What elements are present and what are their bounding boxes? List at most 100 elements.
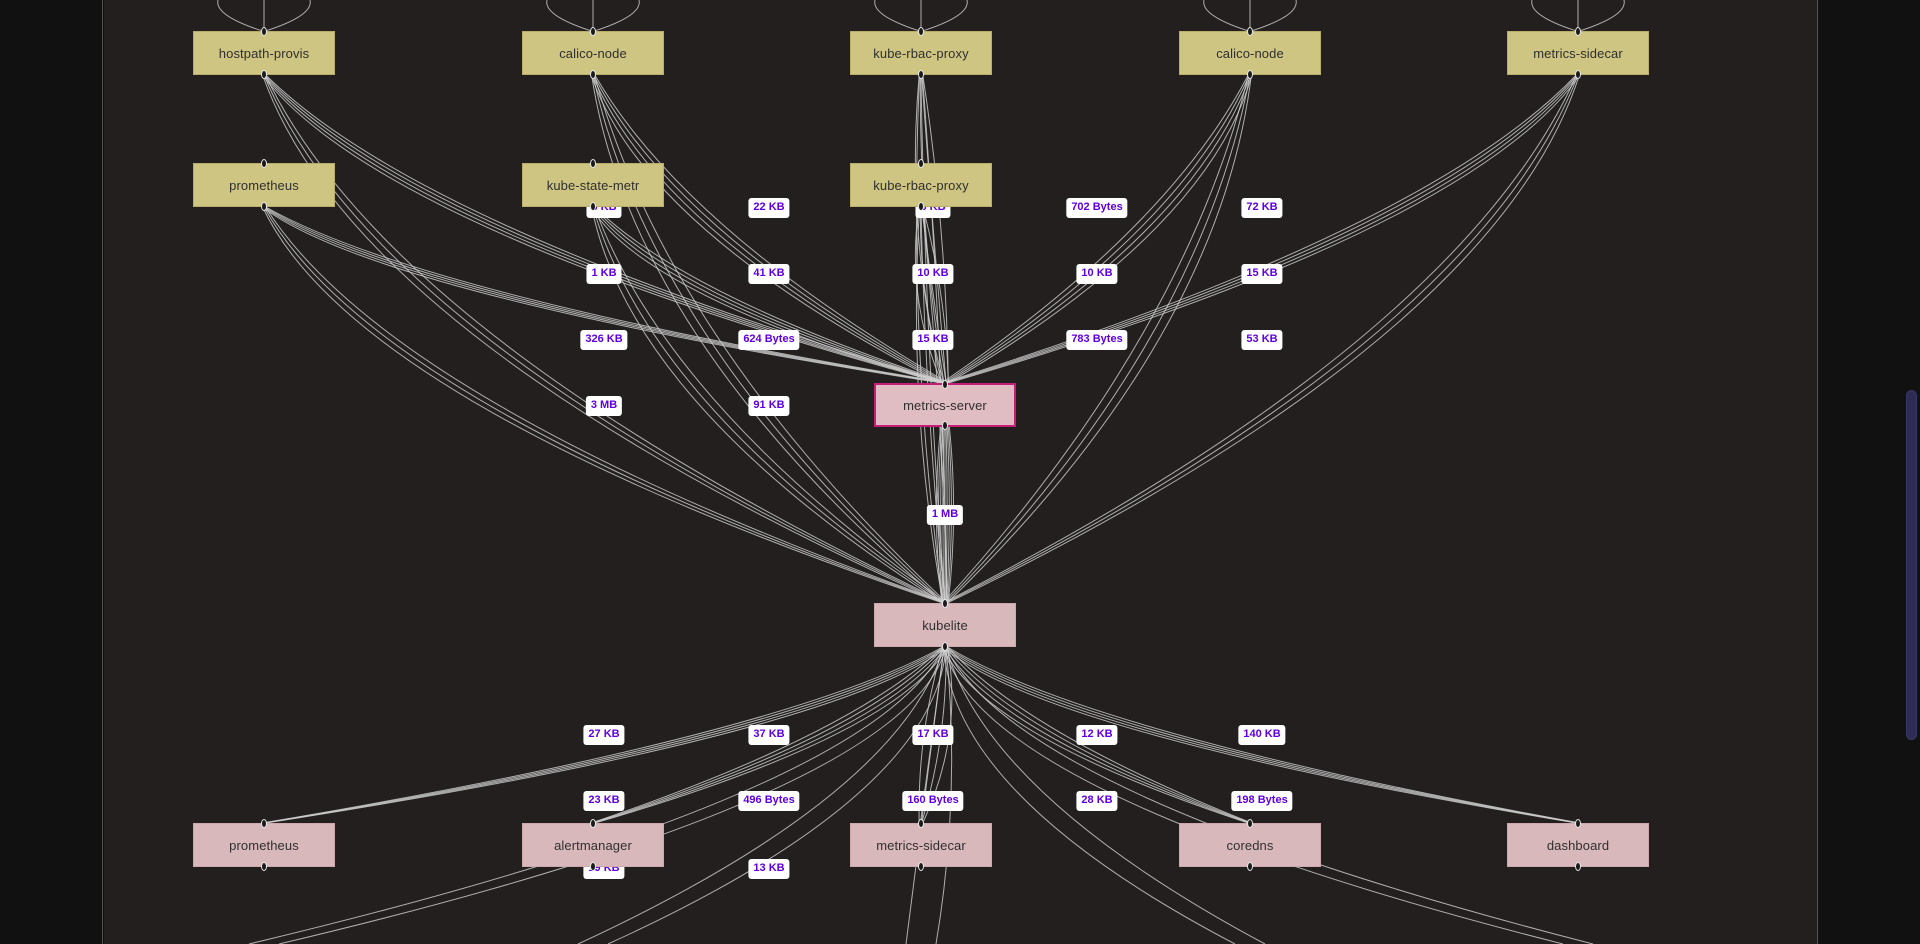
graph-edge[interactable] (1531, 0, 1577, 32)
edge-label: 28 KB (1076, 791, 1118, 811)
graph-node-metrics-sidecar[interactable]: metrics-sidecar (850, 819, 992, 871)
edge-label: 783 Bytes (1066, 330, 1128, 350)
edge-label: 22 KB (748, 198, 790, 218)
edge-label: 3 MB (585, 396, 623, 416)
graph-node-label: kube-state-metr (546, 177, 640, 193)
graph-node-label: prometheus (229, 837, 299, 853)
edge-label: 53 KB (1241, 330, 1283, 350)
graph-edge[interactable] (590, 206, 942, 384)
node-port-bottom-icon[interactable] (261, 862, 267, 871)
graph-node-alertmanager[interactable]: alertmanager (522, 819, 664, 871)
edge-label: 140 KB (1238, 725, 1286, 745)
node-port-bottom-icon[interactable] (1247, 70, 1253, 79)
edge-label: 160 Bytes (902, 791, 964, 811)
node-port-top-icon[interactable] (590, 159, 596, 168)
edge-label: 624 Bytes (738, 330, 800, 350)
node-port-bottom-icon[interactable] (1247, 862, 1253, 871)
graph-edge[interactable] (546, 0, 592, 32)
graph-node-label: dashboard (1546, 837, 1610, 853)
edge-label: 10 KB (1076, 264, 1118, 284)
node-port-bottom-icon[interactable] (918, 862, 924, 871)
graph-canvas[interactable]: hostpath-provis calico-node kube-rbac-prox… (104, 0, 1817, 944)
graph-node-prometheus[interactable]: prometheus (193, 159, 335, 211)
graph-node-label: metrics-sidecar (1533, 45, 1623, 61)
node-port-bottom-icon[interactable] (942, 421, 948, 430)
left-rail (0, 0, 103, 944)
graph-edge[interactable] (1251, 0, 1297, 32)
vertical-scrollbar[interactable] (1902, 0, 1918, 944)
node-port-top-icon[interactable] (1247, 819, 1253, 828)
node-port-top-icon[interactable] (1247, 27, 1253, 36)
graph-edge[interactable] (1579, 0, 1625, 32)
graph-edge[interactable] (874, 0, 920, 32)
edge-label: 37 KB (748, 725, 790, 745)
graph-node-metrics-server[interactable]: metrics-server (874, 380, 1016, 430)
graph-node-label: alertmanager (554, 837, 632, 853)
edge-label: 27 KB (583, 725, 625, 745)
graph-node-prometheus[interactable]: prometheus (193, 819, 335, 871)
graph-node-hostpath-provis[interactable]: hostpath-provis (193, 27, 335, 79)
edge-label: 1 KB (586, 264, 622, 284)
node-port-top-icon[interactable] (590, 819, 596, 828)
graph-node-label: metrics-sidecar (876, 837, 966, 853)
node-port-bottom-icon[interactable] (1575, 70, 1581, 79)
graph-node-label: kube-rbac-proxy (873, 177, 969, 193)
graph-node-label: hostpath-provis (218, 45, 310, 61)
graph-edge[interactable] (594, 0, 640, 32)
graph-edge[interactable] (265, 0, 311, 32)
node-port-bottom-icon[interactable] (590, 202, 596, 211)
node-port-bottom-icon[interactable] (261, 202, 267, 211)
node-port-top-icon[interactable] (942, 599, 948, 608)
edge-label: 41 KB (748, 264, 790, 284)
node-port-bottom-icon[interactable] (918, 202, 924, 211)
edge-label: 91 KB (748, 396, 790, 416)
graph-node-metrics-sidecar[interactable]: metrics-sidecar (1507, 27, 1649, 79)
node-port-top-icon[interactable] (261, 819, 267, 828)
node-port-top-icon[interactable] (942, 380, 948, 389)
node-port-top-icon[interactable] (918, 159, 924, 168)
node-port-top-icon[interactable] (918, 27, 924, 36)
graph-edge[interactable] (1203, 0, 1249, 32)
node-port-bottom-icon[interactable] (590, 70, 596, 79)
graph-node-label: calico-node (559, 45, 627, 61)
graph-node-kubelite[interactable]: kubelite (874, 599, 1016, 651)
graph-edge[interactable] (591, 206, 945, 384)
graph-node-kube-state-metr[interactable]: kube-state-metr (522, 159, 664, 211)
graph-node-calico-node[interactable]: calico-node (1179, 27, 1321, 79)
node-port-top-icon[interactable] (261, 27, 267, 36)
graph-node-dashboard[interactable]: dashboard (1507, 819, 1649, 871)
graph-node-label: calico-node (1216, 45, 1284, 61)
edge-label: 496 Bytes (738, 791, 800, 811)
graph-node-label: metrics-server (903, 397, 987, 413)
edge-label: 1 MB (926, 505, 964, 525)
node-port-top-icon[interactable] (918, 819, 924, 828)
graph-viewer: hostpath-provis calico-node kube-rbac-prox… (0, 0, 1920, 944)
node-port-top-icon[interactable] (261, 159, 267, 168)
node-port-top-icon[interactable] (1575, 819, 1581, 828)
graph-node-calico-node[interactable]: calico-node (522, 27, 664, 79)
edge-label: 198 Bytes (1231, 791, 1293, 811)
graph-node-kube-rbac-proxy[interactable]: kube-rbac-proxy (850, 27, 992, 79)
graph-node-label: prometheus (229, 177, 299, 193)
graph-node-kube-rbac-proxy[interactable]: kube-rbac-proxy (850, 159, 992, 211)
node-port-bottom-icon[interactable] (1575, 862, 1581, 871)
node-port-bottom-icon[interactable] (590, 862, 596, 871)
edge-label: 13 KB (748, 859, 790, 879)
graph-edge[interactable] (263, 206, 944, 384)
graph-edge[interactable] (922, 0, 968, 32)
node-port-top-icon[interactable] (1575, 27, 1581, 36)
edge-label: 15 KB (912, 330, 954, 350)
edge-label: 12 KB (1076, 725, 1118, 745)
graph-node-coredns[interactable]: coredns (1179, 819, 1321, 871)
edge-label: 15 KB (1241, 264, 1283, 284)
graph-edge[interactable] (217, 0, 263, 32)
node-port-bottom-icon[interactable] (942, 642, 948, 651)
node-port-bottom-icon[interactable] (918, 70, 924, 79)
edge-label: 702 Bytes (1066, 198, 1128, 218)
node-port-top-icon[interactable] (590, 27, 596, 36)
graph-node-label: kube-rbac-proxy (873, 45, 969, 61)
node-port-bottom-icon[interactable] (261, 70, 267, 79)
graph-edge[interactable] (265, 206, 949, 384)
graph-edge[interactable] (914, 206, 943, 384)
scrollbar-thumb[interactable] (1906, 390, 1917, 740)
